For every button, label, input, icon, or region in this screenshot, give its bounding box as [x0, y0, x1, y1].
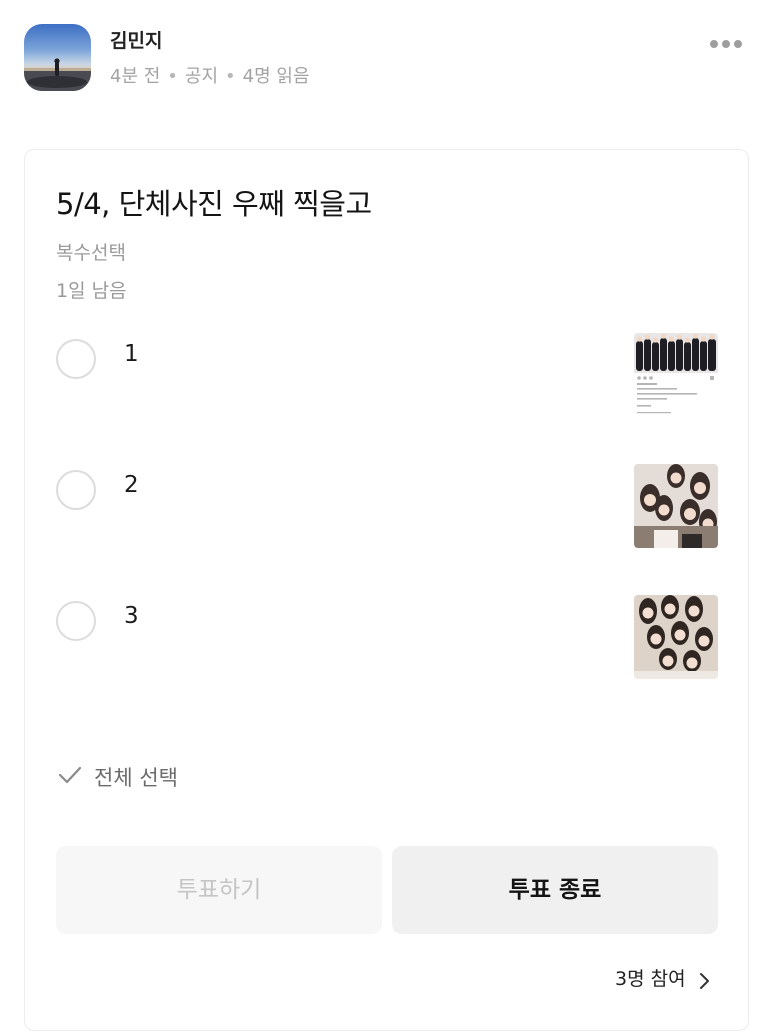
read-count[interactable]: 4명 읽음 [243, 66, 310, 87]
option-radio[interactable] [56, 339, 96, 379]
more-options-button[interactable] [704, 30, 748, 58]
poll-remaining: 1일 남음 [56, 280, 127, 302]
poll-type: 복수선택 [56, 242, 126, 264]
poll-card: 5/4, 단체사진 우째 찍을고 복수선택 1일 남음 1 2 3 전체 선택 … [24, 149, 749, 1031]
avatar-photo [24, 58, 91, 91]
option-radio[interactable] [56, 470, 96, 510]
more-horizontal-icon [710, 40, 742, 48]
post-time: 4분 전 [110, 66, 161, 87]
group-photo-thumbnail [634, 595, 718, 679]
chevron-right-icon [699, 972, 709, 989]
end-poll-button[interactable]: 투표 종료 [392, 846, 718, 934]
poll-option-3[interactable]: 3 [56, 595, 718, 681]
option-radio[interactable] [56, 601, 96, 641]
participants-count: 3명 참여 [615, 968, 686, 990]
option-label: 3 [124, 603, 139, 629]
option-label: 1 [124, 341, 139, 367]
option-label: 2 [124, 472, 139, 498]
author-name[interactable]: 김민지 [110, 26, 162, 53]
option-image[interactable] [634, 333, 718, 417]
check-icon [58, 766, 82, 784]
group-photo-thumbnail [634, 464, 718, 548]
select-all-label: 전체 선택 [94, 766, 178, 790]
poll-title: 5/4, 단체사진 우째 찍을고 [56, 187, 372, 221]
group-photo-thumbnail [634, 333, 718, 417]
vote-button[interactable]: 투표하기 [56, 846, 382, 934]
meta-separator: • [225, 66, 236, 87]
participants-link[interactable]: 3명 참여 [615, 964, 711, 992]
meta-separator: • [167, 66, 178, 87]
option-image[interactable] [634, 464, 718, 548]
post-header: 김민지 4분 전 • 공지 • 4명 읽음 [0, 0, 773, 120]
post-category: 공지 [184, 66, 219, 87]
poll-option-1[interactable]: 1 [56, 333, 718, 419]
avatar[interactable] [24, 24, 91, 91]
poll-option-2[interactable]: 2 [56, 464, 718, 550]
option-image[interactable] [634, 595, 718, 679]
post-meta: 4분 전 • 공지 • 4명 읽음 [110, 62, 310, 88]
